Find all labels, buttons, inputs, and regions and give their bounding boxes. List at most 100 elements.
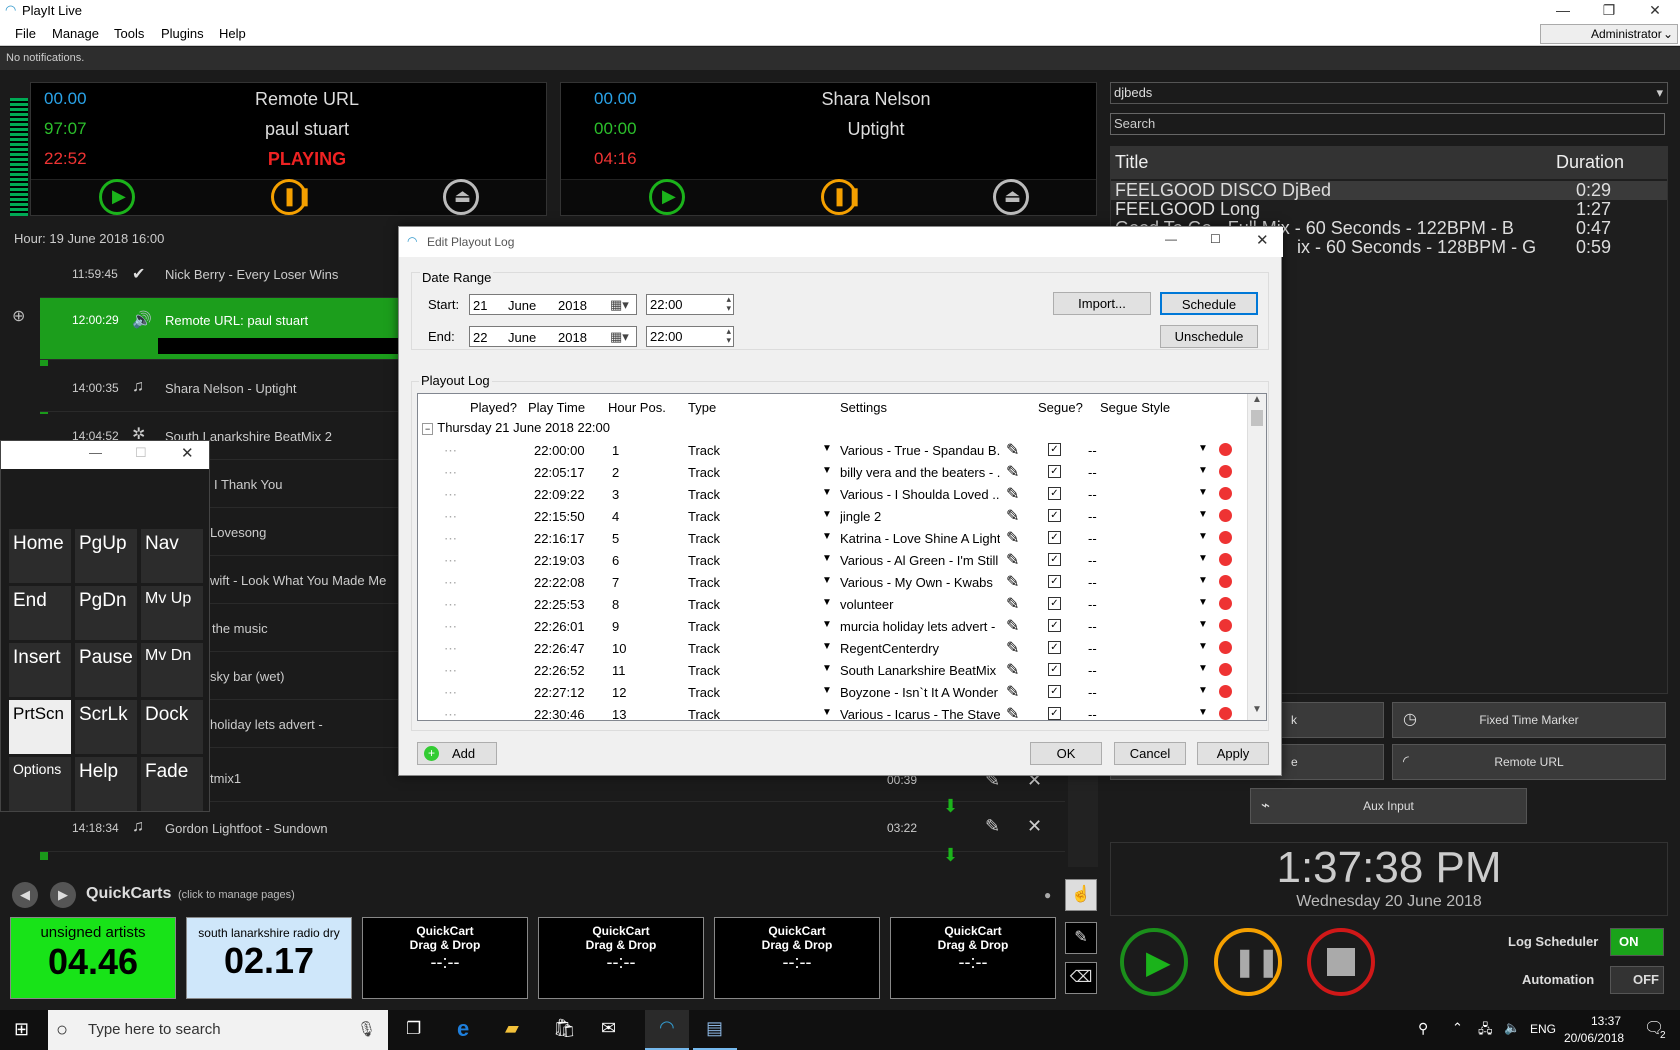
- column-duration[interactable]: Duration: [1556, 152, 1624, 173]
- edit-icon[interactable]: ✎: [1006, 484, 1019, 504]
- library-row[interactable]: FEELGOOD DISCO DjBed 0:29: [1111, 181, 1667, 200]
- column-title[interactable]: Title: [1115, 152, 1148, 173]
- key-prtscn[interactable]: PrtScn: [9, 700, 71, 754]
- playout-row[interactable]: ⋯ 22:00:00 1 Track ▼ Various - True - Spandau…: [418, 439, 1248, 461]
- chevron-down-icon[interactable]: ▼: [822, 553, 832, 564]
- edit-icon[interactable]: ✎: [985, 816, 1000, 837]
- quickcart-5[interactable]: QuickCart Drag & Drop --:--: [714, 917, 880, 999]
- fixed-time-marker-button[interactable]: ◷ Fixed Time Marker: [1392, 702, 1666, 738]
- chevron-down-icon[interactable]: ▼: [1198, 443, 1208, 454]
- store-icon[interactable]: 🛍: [553, 1018, 576, 1039]
- dialog-minimize-button[interactable]: —: [1165, 232, 1177, 246]
- playout-row[interactable]: ⋯ 22:19:03 6 Track ▼ Various - Al Green - I'm…: [418, 549, 1248, 571]
- edit-icon[interactable]: ✎: [1006, 506, 1019, 526]
- play-button[interactable]: ▶: [99, 179, 135, 215]
- aux-input-button[interactable]: ⌁ Aux Input: [1250, 788, 1527, 824]
- row-segue-style[interactable]: --: [1088, 685, 1097, 700]
- playout-row[interactable]: ⋯ 22:05:17 2 Track ▼ billy vera and the beate…: [418, 461, 1248, 483]
- edit-icon[interactable]: ✎: [1006, 440, 1019, 460]
- library-row[interactable]: FEELGOOD Long 1:27: [1111, 200, 1667, 219]
- row-segue-style[interactable]: --: [1088, 553, 1097, 568]
- dialog-maximize-button[interactable]: ☐: [1210, 232, 1221, 246]
- key-nav[interactable]: Nav: [141, 529, 203, 583]
- remove-row-icon[interactable]: [1219, 707, 1232, 720]
- log-row[interactable]: 14:00:35 ♫ Shara Nelson - Uptight: [40, 366, 400, 412]
- chevron-down-icon[interactable]: ▼: [822, 575, 832, 586]
- quickcarts-hint[interactable]: (click to manage pages): [178, 889, 295, 901]
- chevron-down-icon[interactable]: ▼: [822, 509, 832, 520]
- key-mv-up[interactable]: Mv Up: [141, 586, 203, 640]
- key-home[interactable]: Home: [9, 529, 71, 583]
- key-pgup[interactable]: PgUp: [75, 529, 137, 583]
- chevron-down-icon[interactable]: ▼: [1198, 509, 1208, 520]
- chevron-down-icon[interactable]: ▼: [822, 685, 832, 696]
- quickcart-6[interactable]: QuickCart Drag & Drop --:--: [890, 917, 1056, 999]
- remove-row-icon[interactable]: [1219, 443, 1232, 456]
- key-pgdn[interactable]: PgDn: [75, 586, 137, 640]
- row-segue-style[interactable]: --: [1088, 487, 1097, 502]
- chevron-down-icon[interactable]: ▼: [1198, 531, 1208, 542]
- people-icon[interactable]: ⚲: [1418, 1020, 1428, 1037]
- segue-checkbox[interactable]: ✓: [1048, 641, 1061, 654]
- chevron-down-icon[interactable]: ▼: [822, 465, 832, 476]
- row-segue-style[interactable]: --: [1088, 575, 1097, 590]
- language-indicator[interactable]: ENG: [1530, 1022, 1556, 1036]
- row-segue-style[interactable]: --: [1088, 707, 1097, 722]
- group-row[interactable]: − Thursday 21 June 2018 22:00: [422, 420, 610, 435]
- taskbar-time[interactable]: 13:37: [1591, 1014, 1621, 1028]
- menu-file[interactable]: File: [15, 26, 36, 41]
- jump-to-current-icon[interactable]: ⊕: [12, 306, 25, 326]
- remove-row-icon[interactable]: [1219, 685, 1232, 698]
- keypad-minimize-button[interactable]: —: [89, 445, 102, 460]
- edit-icon[interactable]: ✎: [1006, 550, 1019, 570]
- import-button[interactable]: Import...: [1053, 292, 1151, 315]
- row-segue-style[interactable]: --: [1088, 619, 1097, 634]
- pause-button[interactable]: ❚❚: [271, 179, 312, 215]
- remove-row-icon[interactable]: [1219, 597, 1232, 610]
- edit-icon[interactable]: ✎: [1006, 616, 1019, 636]
- chevron-down-icon[interactable]: ▼: [822, 663, 832, 674]
- key-options[interactable]: Options: [9, 757, 71, 811]
- row-type[interactable]: Track: [688, 531, 720, 546]
- column-settings[interactable]: Settings: [840, 400, 887, 415]
- key-pause[interactable]: Pause: [75, 643, 137, 697]
- column-segue-style[interactable]: Segue Style: [1100, 400, 1170, 415]
- prev-page-button[interactable]: ◀: [12, 882, 38, 908]
- move-down-icon[interactable]: ⬇: [943, 845, 958, 866]
- edge-icon[interactable]: e: [457, 1016, 469, 1042]
- playout-row[interactable]: ⋯ 22:26:47 10 Track ▼ RegentCenterdry ✎ ✓ -- ▼: [418, 637, 1248, 659]
- segue-checkbox[interactable]: ✓: [1048, 707, 1061, 720]
- segue-checkbox[interactable]: ✓: [1048, 619, 1061, 632]
- restore-button[interactable]: ❐: [1586, 0, 1632, 22]
- end-date-picker[interactable]: 22 June 2018 ▦▾: [469, 326, 637, 347]
- keypad-maximize-button[interactable]: ☐: [135, 445, 147, 461]
- row-segue-style[interactable]: --: [1088, 663, 1097, 678]
- cancel-button[interactable]: Cancel: [1114, 742, 1186, 765]
- start-date-picker[interactable]: 21 June 2018 ▦▾: [469, 294, 637, 315]
- chevron-down-icon[interactable]: ▼: [822, 619, 832, 630]
- key-scrlk[interactable]: ScrLk: [75, 700, 137, 754]
- chevron-down-icon[interactable]: ▼: [1198, 641, 1208, 652]
- column-hour-pos[interactable]: Hour Pos.: [608, 400, 666, 415]
- mail-icon[interactable]: ✉: [601, 1018, 616, 1039]
- time-spinner-icon[interactable]: ▴ ▾: [726, 295, 731, 313]
- start-time-input[interactable]: 22:00 ▴ ▾: [646, 294, 734, 315]
- playout-row[interactable]: ⋯ 22:26:01 9 Track ▼ murcia holiday lets adve…: [418, 615, 1248, 637]
- row-type[interactable]: Track: [688, 443, 720, 458]
- playout-row[interactable]: ⋯ 22:30:46 13 Track ▼ Various - Icarus - The …: [418, 703, 1248, 725]
- grid-scrollbar[interactable]: ▲ ▼: [1247, 394, 1266, 720]
- remove-row-icon[interactable]: [1219, 487, 1232, 500]
- row-type[interactable]: Track: [688, 575, 720, 590]
- pointer-button[interactable]: ☝: [1065, 879, 1097, 911]
- app-taskbar-button[interactable]: ▤: [693, 1010, 737, 1050]
- scroll-down-icon[interactable]: ▼: [1252, 704, 1262, 715]
- key-mv-dn[interactable]: Mv Dn: [141, 643, 203, 697]
- column-play-time[interactable]: Play Time: [528, 400, 585, 415]
- main-stop-button[interactable]: [1307, 928, 1375, 996]
- end-time-input[interactable]: 22:00 ▴ ▾: [646, 326, 734, 347]
- column-type[interactable]: Type: [688, 400, 716, 415]
- apply-button[interactable]: Apply: [1197, 742, 1269, 765]
- taskbar-date[interactable]: 20/06/2018: [1564, 1031, 1624, 1045]
- chevron-down-icon[interactable]: ▼: [822, 531, 832, 542]
- row-type[interactable]: Track: [688, 509, 720, 524]
